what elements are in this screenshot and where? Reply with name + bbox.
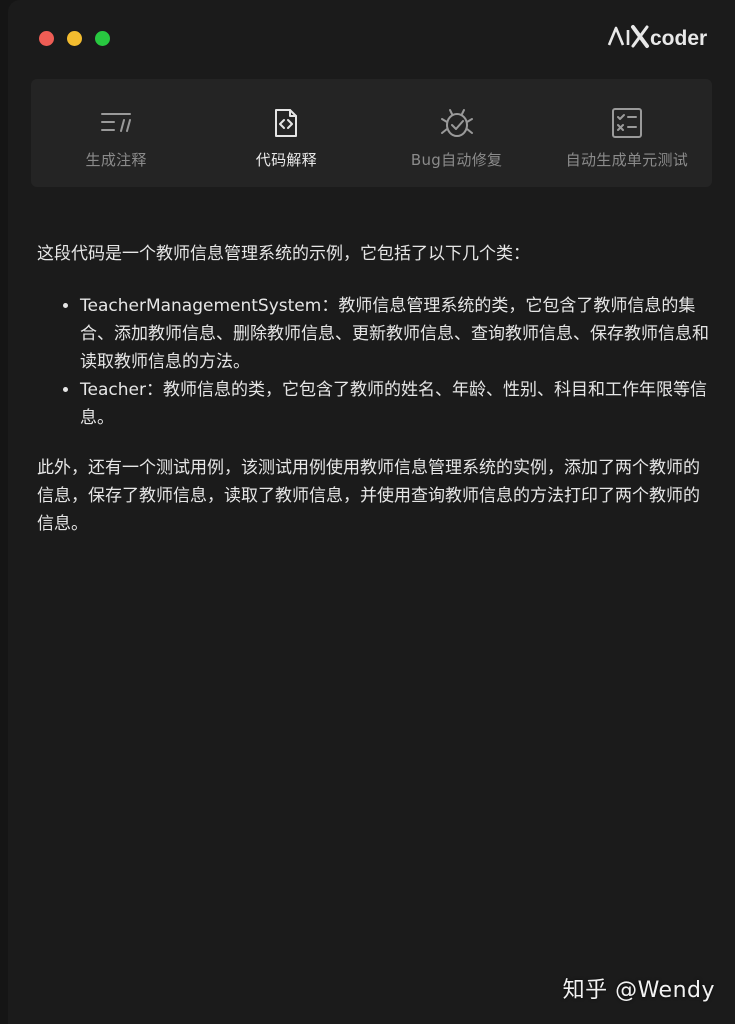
tool-explain-code[interactable]: 代码解释 <box>201 79 371 187</box>
minimize-button[interactable] <box>67 31 82 46</box>
tool-label: 自动生成单元测试 <box>565 151 689 169</box>
intro-paragraph: 这段代码是一个教师信息管理系统的示例，它包括了以下几个类： <box>37 244 530 264</box>
title-bar: coder <box>8 0 735 72</box>
list-item: TeacherManagementSystem：教师信息管理系统的类，它包含了教… <box>80 292 709 376</box>
tool-generate-comments[interactable]: 生成注释 <box>31 79 201 187</box>
tool-label: Bug自动修复 <box>410 151 503 169</box>
tool-bug-fix[interactable]: Bug自动修复 <box>372 79 542 187</box>
unit-test-checklist-icon <box>611 108 642 138</box>
tool-label: 代码解释 <box>255 151 317 169</box>
watermark: 知乎 @Wendy <box>562 978 715 1003</box>
conclusion-paragraph: 此外，还有一个测试用例，该测试用例使用教师信息管理系统的实例，添加了两个教师的信… <box>37 458 700 534</box>
brand-logo: coder <box>607 20 711 52</box>
tool-unit-test[interactable]: 自动生成单元测试 <box>542 79 712 187</box>
tool-label: 生成注释 <box>85 151 147 169</box>
app-window: coder 生成注释 代码解释 Bug自动修复 自动生成单元测试 这段代码是一个… <box>8 0 735 1024</box>
explanation-content: 这段代码是一个教师信息管理系统的示例，它包括了以下几个类： TeacherMan… <box>37 240 709 538</box>
list-item: Teacher：教师信息的类，它包含了教师的姓名、年龄、性别、科目和工作年限等信… <box>80 376 709 432</box>
feature-toolbar: 生成注释 代码解释 Bug自动修复 自动生成单元测试 <box>31 79 712 187</box>
window-controls <box>39 31 110 46</box>
close-button[interactable] <box>39 31 54 46</box>
comment-generate-icon <box>101 113 132 132</box>
code-file-icon <box>275 109 298 137</box>
svg-text:coder: coder <box>650 27 707 50</box>
maximize-button[interactable] <box>95 31 110 46</box>
class-list: TeacherManagementSystem：教师信息管理系统的类，它包含了教… <box>37 292 709 432</box>
bug-fix-icon <box>440 109 473 137</box>
aixcoder-logo-icon: coder <box>607 25 707 50</box>
